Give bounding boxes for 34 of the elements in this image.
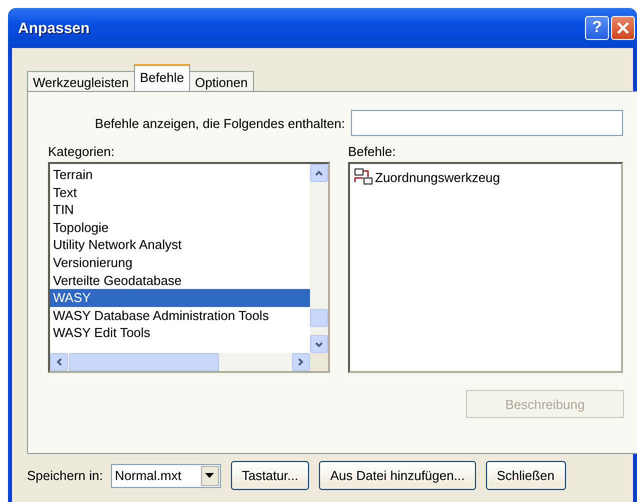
list-item[interactable]: Zuordnungswerkzeug xyxy=(375,170,500,184)
tab[interactable]: Werkzeugleisten xyxy=(27,71,135,91)
vertical-scrollbar[interactable] xyxy=(310,164,328,353)
search-label: Befehle anzeigen, die Folgendes enthalten: xyxy=(94,116,345,130)
footer-button[interactable]: Tastatur... xyxy=(230,461,310,490)
horizontal-scrollbar[interactable] xyxy=(50,353,310,371)
list-item[interactable]: Topologie xyxy=(50,218,310,236)
categories-label: Kategorien: xyxy=(48,144,116,161)
help-button[interactable]: ? xyxy=(585,16,609,40)
scrollbar-corner xyxy=(310,353,328,371)
list-item[interactable]: Versionierung xyxy=(50,254,310,272)
search-field[interactable] xyxy=(351,110,623,136)
footer-button[interactable]: Schließen xyxy=(486,461,566,490)
list-item[interactable]: WASY xyxy=(50,289,310,307)
list-item[interactable]: Utility Network Analyst xyxy=(50,236,310,254)
close-icon xyxy=(616,21,630,35)
window-title: Anpassen xyxy=(18,20,91,36)
tool-icon xyxy=(354,168,374,186)
commands-label: Befehle: xyxy=(348,144,397,161)
list-item[interactable]: Terrain xyxy=(50,166,310,184)
list-item[interactable]: TIN xyxy=(50,201,310,219)
dropdown-arrow-icon xyxy=(205,473,214,478)
tab[interactable]: Optionen xyxy=(188,71,254,91)
list-item[interactable]: WASY Edit Tools xyxy=(50,324,310,342)
save-in-dropdown[interactable]: Normal.mxt xyxy=(110,464,221,488)
list-item[interactable]: WASY Database Administration Tools xyxy=(50,306,310,324)
save-in-label: Speichern in: xyxy=(27,468,103,483)
list-item[interactable]: Text xyxy=(50,184,310,202)
scroll-thumb[interactable] xyxy=(69,353,219,371)
close-button[interactable] xyxy=(611,16,635,40)
list-item[interactable]: Verteilte Geodatabase xyxy=(50,272,310,290)
tab[interactable]: Befehle xyxy=(134,64,190,91)
scroll-thumb[interactable] xyxy=(310,309,328,327)
footer-button[interactable]: Aus Datei hinzufügen... xyxy=(319,461,476,490)
